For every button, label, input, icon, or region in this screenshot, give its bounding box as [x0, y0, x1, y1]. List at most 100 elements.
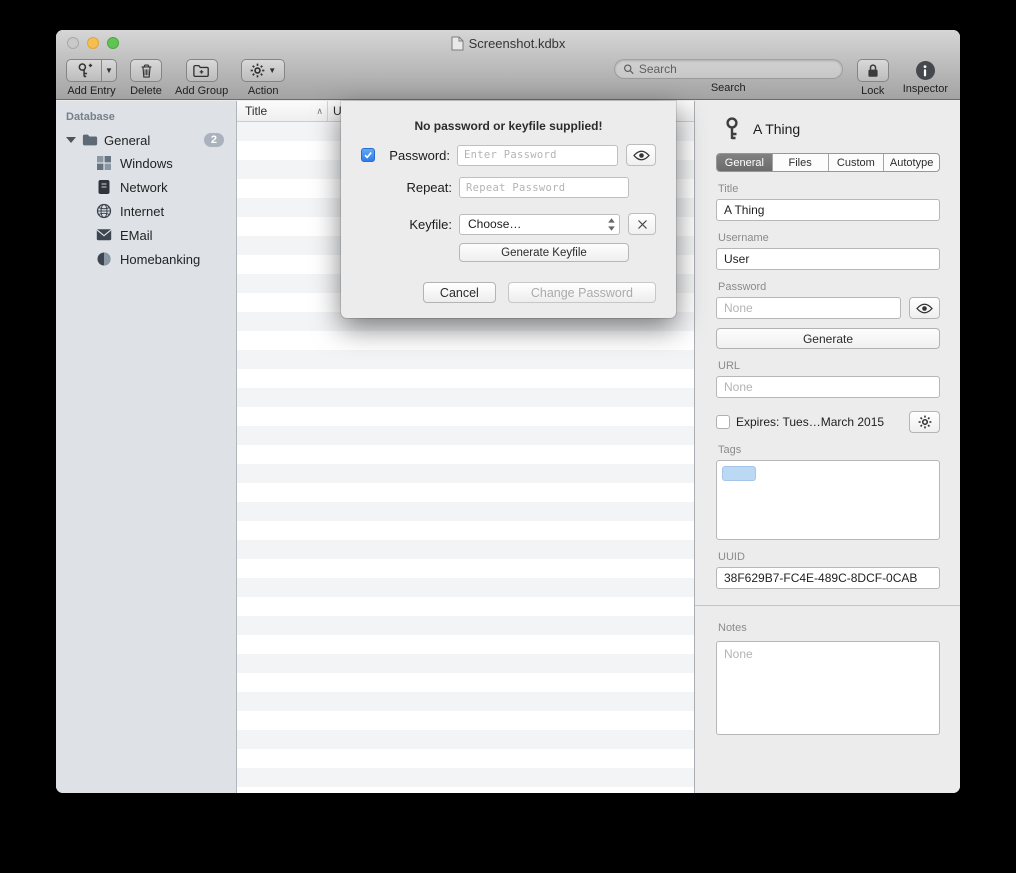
- sheet-message: No password or keyfile supplied!: [361, 119, 656, 133]
- title-label: Title: [718, 183, 940, 195]
- tab-general[interactable]: General: [717, 154, 773, 171]
- username-label: Username: [718, 232, 940, 244]
- minimize-button[interactable]: [87, 37, 99, 49]
- uuid-field[interactable]: [716, 567, 940, 589]
- sort-ascending-icon: ∧: [316, 106, 323, 117]
- inspector-tabs: General Files Custom Autotype: [716, 153, 940, 172]
- toolbar: ▼ Add Entry Delete: [56, 56, 960, 100]
- tab-autotype[interactable]: Autotype: [884, 154, 939, 171]
- keyfile-dropdown[interactable]: Choose…: [459, 214, 620, 235]
- lock-label: Lock: [861, 85, 884, 97]
- repeat-label: Repeat:: [380, 180, 452, 195]
- add-group-tool: Add Group: [175, 59, 228, 97]
- column-title-label: Title: [245, 104, 267, 118]
- add-entry-dropdown-button[interactable]: ▼: [101, 59, 117, 82]
- sidebar-item-label: Network: [120, 180, 168, 195]
- entry-title: A Thing: [753, 121, 800, 137]
- notes-label: Notes: [718, 622, 940, 634]
- expires-settings-button[interactable]: [909, 411, 940, 433]
- sidebar-section-header: Database: [56, 108, 236, 129]
- tags-box[interactable]: [716, 460, 940, 540]
- disclosure-triangle-icon[interactable]: [66, 137, 76, 143]
- tags-label: Tags: [718, 444, 940, 456]
- lock-button[interactable]: [857, 59, 889, 82]
- repeat-password-input[interactable]: [459, 177, 629, 198]
- generate-keyfile-row: Generate Keyfile: [361, 243, 656, 262]
- title-field[interactable]: [716, 199, 940, 221]
- macpass-window: Screenshot.kdbx ▼ Add Entry: [56, 30, 960, 793]
- column-header-title[interactable]: Title ∧: [237, 101, 328, 121]
- window-title: Screenshot.kdbx: [451, 36, 566, 51]
- search-input[interactable]: [639, 62, 834, 76]
- change-password-button[interactable]: Change Password: [508, 282, 656, 303]
- folder-plus-icon: [193, 64, 210, 78]
- add-group-button[interactable]: [186, 59, 218, 82]
- inspector-panel: A Thing General Files Custom Autotype Ti…: [695, 101, 960, 793]
- sidebar-group-label: General: [104, 133, 150, 148]
- chevron-down-icon: ▼: [268, 66, 276, 75]
- repeat-form-row: Repeat:: [361, 177, 656, 198]
- document-icon: [451, 36, 464, 51]
- sidebar-item-internet[interactable]: Internet: [56, 199, 236, 223]
- action-button[interactable]: ▼: [241, 59, 285, 82]
- generate-button[interactable]: Generate: [716, 328, 940, 349]
- tag-chip[interactable]: [722, 466, 756, 481]
- folder-icon: [82, 132, 98, 148]
- username-field[interactable]: [716, 248, 940, 270]
- sidebar-group-general[interactable]: General 2: [56, 129, 236, 151]
- password-field[interactable]: [716, 297, 901, 319]
- delete-label: Delete: [130, 85, 162, 97]
- email-icon: [96, 227, 112, 243]
- internet-icon: [96, 203, 112, 219]
- change-password-sheet: No password or keyfile supplied! Passwor…: [341, 101, 676, 318]
- sidebar-item-label: Internet: [120, 204, 164, 219]
- expires-row: Expires: Tues…March 2015: [716, 411, 940, 433]
- close-button[interactable]: [67, 37, 79, 49]
- reveal-password-button[interactable]: [909, 297, 940, 319]
- inspector-label: Inspector: [903, 83, 948, 95]
- expires-checkbox[interactable]: [716, 415, 730, 429]
- column-header-username[interactable]: U: [328, 104, 342, 118]
- sidebar: Database General 2 Windows: [56, 101, 237, 793]
- search-icon: [623, 63, 634, 75]
- inspector-button[interactable]: [916, 61, 935, 80]
- url-label: URL: [718, 360, 940, 372]
- window-header: Screenshot.kdbx ▼ Add Entry: [56, 30, 960, 100]
- windows-icon: [96, 155, 112, 171]
- homebanking-icon: [96, 251, 112, 267]
- sheet-password-label: Password:: [378, 148, 450, 163]
- sidebar-item-label: EMail: [120, 228, 153, 243]
- action-tool: ▼ Action: [241, 59, 285, 97]
- eye-icon: [633, 150, 650, 161]
- trash-icon: [140, 63, 153, 79]
- lock-tool: Lock: [857, 59, 889, 97]
- sidebar-item-windows[interactable]: Windows: [56, 151, 236, 175]
- cancel-button[interactable]: Cancel: [423, 282, 496, 303]
- url-field[interactable]: [716, 376, 940, 398]
- sheet-reveal-password-button[interactable]: [626, 144, 656, 166]
- add-entry-button[interactable]: [66, 59, 101, 82]
- search-field[interactable]: [614, 59, 843, 79]
- tab-files[interactable]: Files: [773, 154, 829, 171]
- zoom-button[interactable]: [107, 37, 119, 49]
- sidebar-item-homebanking[interactable]: Homebanking: [56, 247, 236, 271]
- sidebar-item-label: Homebanking: [120, 252, 200, 267]
- delete-button[interactable]: [130, 59, 162, 82]
- add-entry-label: Add Entry: [67, 85, 115, 97]
- password-checkbox[interactable]: [361, 148, 375, 162]
- notes-field[interactable]: [716, 641, 940, 735]
- sidebar-item-network[interactable]: Network: [56, 175, 236, 199]
- generate-keyfile-button[interactable]: Generate Keyfile: [459, 243, 629, 262]
- entry-count-badge: 2: [204, 133, 224, 147]
- enter-password-input[interactable]: [457, 145, 618, 166]
- clear-keyfile-button[interactable]: [628, 213, 656, 235]
- network-icon: [96, 179, 112, 195]
- key-icon: [722, 117, 742, 141]
- checkmark-icon: [363, 150, 373, 160]
- sidebar-item-email[interactable]: EMail: [56, 223, 236, 247]
- tab-custom[interactable]: Custom: [829, 154, 885, 171]
- stepper-icon: [607, 217, 616, 232]
- inspector-tool: Inspector: [903, 59, 948, 95]
- keyfile-label: Keyfile:: [380, 217, 452, 232]
- gear-icon: [918, 415, 932, 429]
